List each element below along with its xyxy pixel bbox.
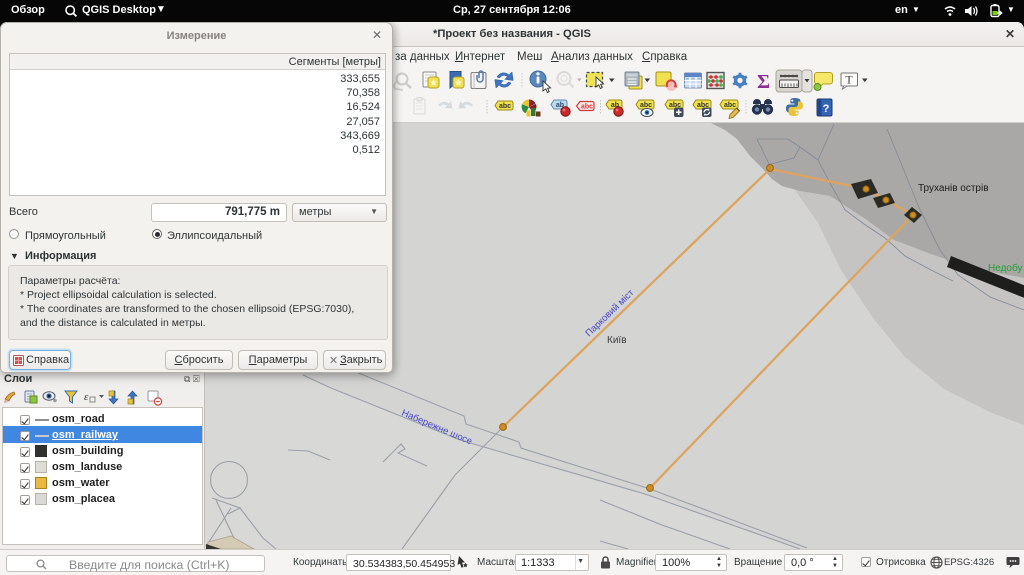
svg-text:abc: abc xyxy=(581,104,593,111)
svg-text:?: ? xyxy=(823,103,830,115)
svg-text:Недобу: Недобу xyxy=(988,262,1022,274)
svg-text:Труханів острів: Труханів острів xyxy=(918,183,989,194)
svg-text:Київ: Київ xyxy=(607,335,627,346)
svg-text:Σ: Σ xyxy=(757,71,770,93)
svg-text:T: T xyxy=(845,73,853,87)
svg-text:ε: ε xyxy=(84,391,89,403)
